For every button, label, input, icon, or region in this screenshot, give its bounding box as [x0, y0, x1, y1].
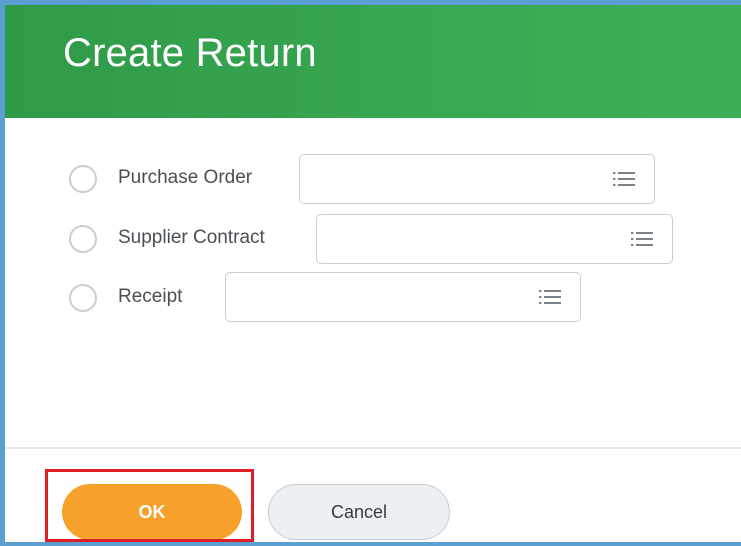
- purchase-order-radio[interactable]: [69, 165, 97, 193]
- ok-highlight-box: [45, 469, 254, 542]
- list-icon[interactable]: [613, 170, 635, 188]
- receipt-field[interactable]: [225, 272, 581, 322]
- list-icon[interactable]: [631, 230, 653, 248]
- dialog-header: Create Return: [5, 5, 741, 118]
- supplier-contract-label: Supplier Contract: [118, 227, 265, 248]
- purchase-order-field[interactable]: [299, 154, 655, 204]
- cancel-button[interactable]: Cancel: [268, 484, 450, 540]
- supplier-contract-field[interactable]: [316, 214, 673, 264]
- supplier-contract-radio[interactable]: [69, 225, 97, 253]
- dialog-title: Create Return: [63, 31, 317, 75]
- purchase-order-label: Purchase Order: [118, 167, 253, 188]
- receipt-label: Receipt: [118, 286, 183, 307]
- list-icon[interactable]: [539, 288, 561, 306]
- receipt-radio[interactable]: [69, 284, 97, 312]
